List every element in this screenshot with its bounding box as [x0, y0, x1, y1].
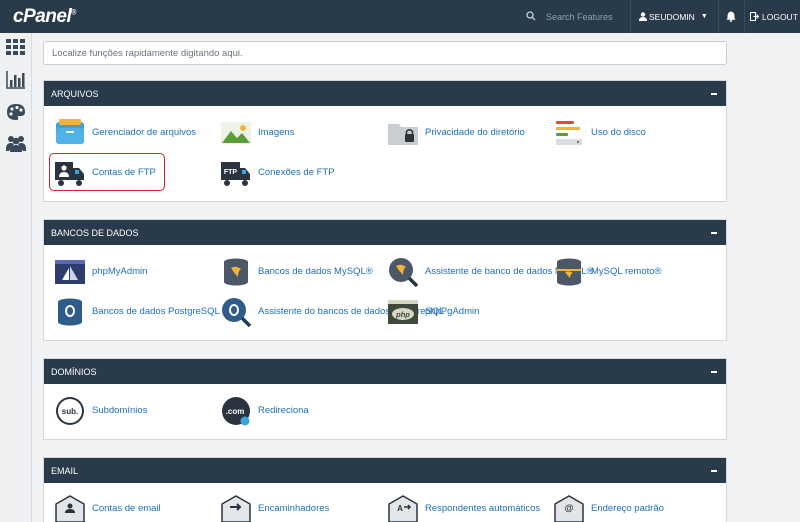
- item-phpmyadmin[interactable]: phpMyAdmin: [54, 257, 147, 287]
- item-label: phpPgAdmin: [425, 306, 480, 317]
- top-bar: cPanel® Search Features SEUDOMIN ▼ LOGOU…: [0, 0, 800, 33]
- search-features[interactable]: Search Features: [516, 0, 626, 33]
- item-imagens[interactable]: Imagens: [220, 118, 294, 148]
- item-label: MySQL remoto®: [591, 266, 662, 277]
- item-label: phpMyAdmin: [92, 266, 148, 277]
- panel-dominios: DOMÍNIOS sub. Subdomínios .com Redirecio…: [43, 358, 727, 440]
- cpanel-logo[interactable]: cPanel®: [13, 6, 76, 28]
- panel-header-email[interactable]: EMAIL: [44, 458, 726, 483]
- home-grid-icon[interactable]: [6, 39, 26, 59]
- email-accounts-icon: [55, 495, 85, 522]
- item-label: Encaminhadores: [258, 503, 330, 514]
- item-conexoes-de-ftp[interactable]: FTP Conexões de FTP: [220, 158, 335, 188]
- panel-title: EMAIL: [51, 465, 79, 476]
- sub-text: sub.: [62, 407, 78, 416]
- users-icon[interactable]: [6, 134, 26, 154]
- postgresql-wizard-icon: [222, 298, 252, 327]
- item-uso-do-disco[interactable]: Uso do disco: [553, 118, 646, 148]
- item-subdominios[interactable]: sub. Subdomínios: [54, 396, 147, 426]
- svg-text:A: A: [397, 504, 403, 513]
- item-encaminhadores[interactable]: Encaminhadores: [220, 494, 329, 522]
- item-label: Conexões de FTP: [258, 167, 335, 178]
- subdomains-icon: sub.: [56, 397, 84, 425]
- username: SEUDOMIN: [649, 11, 695, 22]
- php-text: php: [395, 310, 410, 319]
- item-label: Subdomínios: [92, 405, 148, 416]
- postgresql-databases-icon: [58, 298, 82, 326]
- quick-find-input[interactable]: Localize funções rapidamente digitando a…: [43, 41, 727, 65]
- item-bancos-de-dados-postgresql[interactable]: Bancos de dados PostgreSQL: [54, 297, 220, 327]
- item-label: Redireciona: [258, 405, 309, 416]
- item-label: Contas de email: [92, 503, 161, 514]
- item-label: Imagens: [258, 127, 295, 138]
- panel-email: EMAIL Contas de email Encaminhadores A R…: [43, 457, 727, 522]
- item-endereco-padrao[interactable]: @ Endereço padrão: [553, 494, 664, 522]
- item-label: Privacidade do diretório: [425, 127, 525, 138]
- directory-privacy-icon: [388, 124, 418, 145]
- forwarders-icon: [221, 495, 251, 522]
- redirects-icon: .com: [222, 397, 250, 426]
- file-manager-icon: [56, 119, 84, 144]
- item-bancos-de-dados-mysql[interactable]: Bancos de dados MySQL®: [220, 257, 373, 287]
- item-label: Gerenciador de arquivos: [92, 127, 197, 138]
- images-icon: [221, 122, 251, 144]
- item-gerenciador-de-arquivos[interactable]: Gerenciador de arquivos: [54, 118, 196, 148]
- phpmyadmin-icon: [55, 260, 85, 284]
- phppgadmin-icon: php: [388, 300, 418, 324]
- panel-header-dominios[interactable]: DOMÍNIOS: [44, 359, 726, 384]
- ftp-text: FTP: [224, 169, 238, 176]
- panel-title: ARQUIVOS: [51, 88, 99, 99]
- mysql-databases-icon: [224, 258, 248, 286]
- item-respondentes-automaticos[interactable]: A Respondentes automáticos: [387, 494, 540, 522]
- item-contas-de-email[interactable]: Contas de email: [54, 494, 161, 522]
- ftp-accounts-icon: [55, 162, 84, 186]
- item-contas-de-ftp[interactable]: Contas de FTP: [54, 158, 156, 188]
- panel-title: DOMÍNIOS: [51, 366, 97, 377]
- themes-palette-icon[interactable]: [6, 103, 26, 123]
- com-text: .com: [226, 407, 245, 416]
- item-label: Respondentes automáticos: [425, 503, 541, 514]
- collapse-icon[interactable]: [711, 469, 717, 472]
- notifications-button[interactable]: [718, 0, 742, 33]
- search-icon: [526, 10, 536, 23]
- user-menu-button[interactable]: SEUDOMIN ▼: [630, 0, 714, 33]
- collapse-icon[interactable]: [711, 370, 717, 373]
- bell-icon: [725, 11, 736, 22]
- quick-find-placeholder: Localize funções rapidamente digitando a…: [52, 48, 243, 59]
- main-content: Localize funções rapidamente digitando a…: [33, 33, 800, 522]
- item-label: Uso do disco: [591, 127, 646, 138]
- default-address-icon: @: [554, 495, 584, 522]
- svg-text:@: @: [565, 503, 574, 513]
- item-label: Bancos de dados PostgreSQL: [92, 306, 220, 317]
- disk-usage-icon: [556, 121, 582, 145]
- panel-bancos-de-dados: BANCOS DE DADOS phpMyAdmin Bancos de dad…: [43, 219, 727, 341]
- panel-header-bancos-de-dados[interactable]: BANCOS DE DADOS: [44, 220, 726, 245]
- item-label: Bancos de dados MySQL®: [258, 266, 373, 277]
- chevron-down-icon: ▼: [700, 13, 708, 20]
- item-mysql-remoto[interactable]: MySQL remoto®: [553, 257, 662, 287]
- remote-mysql-icon: [557, 258, 581, 286]
- item-label: Contas de FTP: [92, 167, 156, 178]
- logout-label: LOGOUT: [762, 11, 798, 22]
- autoresponders-icon: A: [388, 495, 418, 522]
- logout-icon: [750, 12, 759, 21]
- item-redireciona[interactable]: .com Redireciona: [220, 396, 309, 426]
- panel-arquivos: ARQUIVOS Gerenciador de arquivos Imagens…: [43, 80, 727, 202]
- item-phppgadmin[interactable]: php phpPgAdmin: [387, 297, 479, 327]
- search-placeholder: Search Features: [546, 11, 613, 22]
- item-privacidade-do-diretorio[interactable]: Privacidade do diretório: [387, 118, 525, 148]
- item-label: Endereço padrão: [591, 503, 664, 514]
- statistics-icon[interactable]: [6, 71, 26, 91]
- panel-title: BANCOS DE DADOS: [51, 227, 139, 238]
- panel-header-arquivos[interactable]: ARQUIVOS: [44, 81, 726, 106]
- ftp-connections-icon: FTP: [221, 162, 250, 186]
- collapse-icon[interactable]: [711, 92, 717, 95]
- mysql-wizard-icon: [389, 258, 419, 287]
- collapse-icon[interactable]: [711, 231, 717, 234]
- user-icon: [639, 12, 647, 21]
- logout-button[interactable]: LOGOUT: [744, 0, 800, 33]
- side-nav: [0, 33, 32, 522]
